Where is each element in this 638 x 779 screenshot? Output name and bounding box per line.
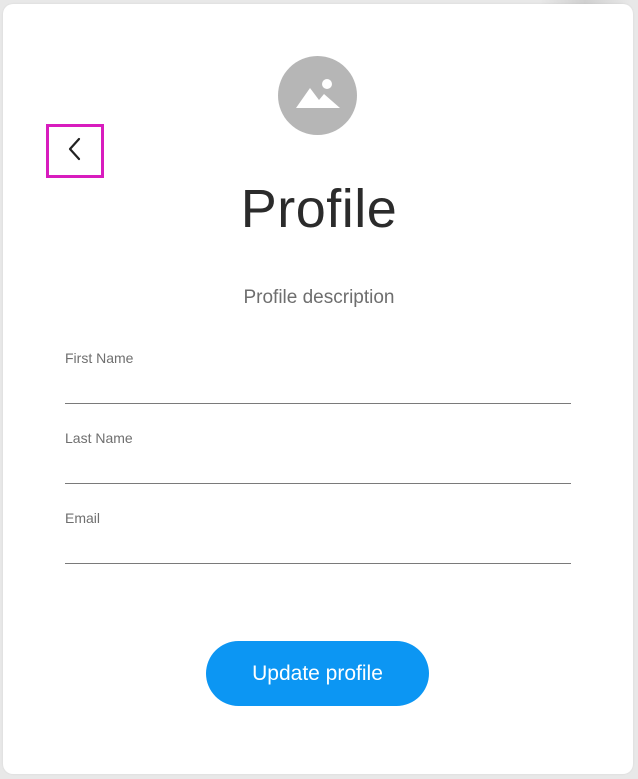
back-button[interactable] xyxy=(46,124,104,178)
email-input[interactable] xyxy=(65,532,571,564)
avatar xyxy=(278,56,357,135)
last-name-label: Last Name xyxy=(65,430,133,446)
email-label: Email xyxy=(65,510,101,526)
email-field: Email xyxy=(65,510,571,570)
page-title: Profile xyxy=(240,179,398,239)
profile-description: Profile description xyxy=(243,287,395,308)
chevron-left-icon xyxy=(67,136,83,167)
last-name-field: Last Name xyxy=(65,430,571,490)
first-name-input[interactable] xyxy=(65,372,571,404)
image-placeholder-icon xyxy=(295,76,341,115)
update-profile-button[interactable]: Update profile xyxy=(206,641,429,706)
first-name-field: First Name xyxy=(65,350,571,410)
last-name-input[interactable] xyxy=(65,452,571,484)
first-name-label: First Name xyxy=(65,350,134,366)
